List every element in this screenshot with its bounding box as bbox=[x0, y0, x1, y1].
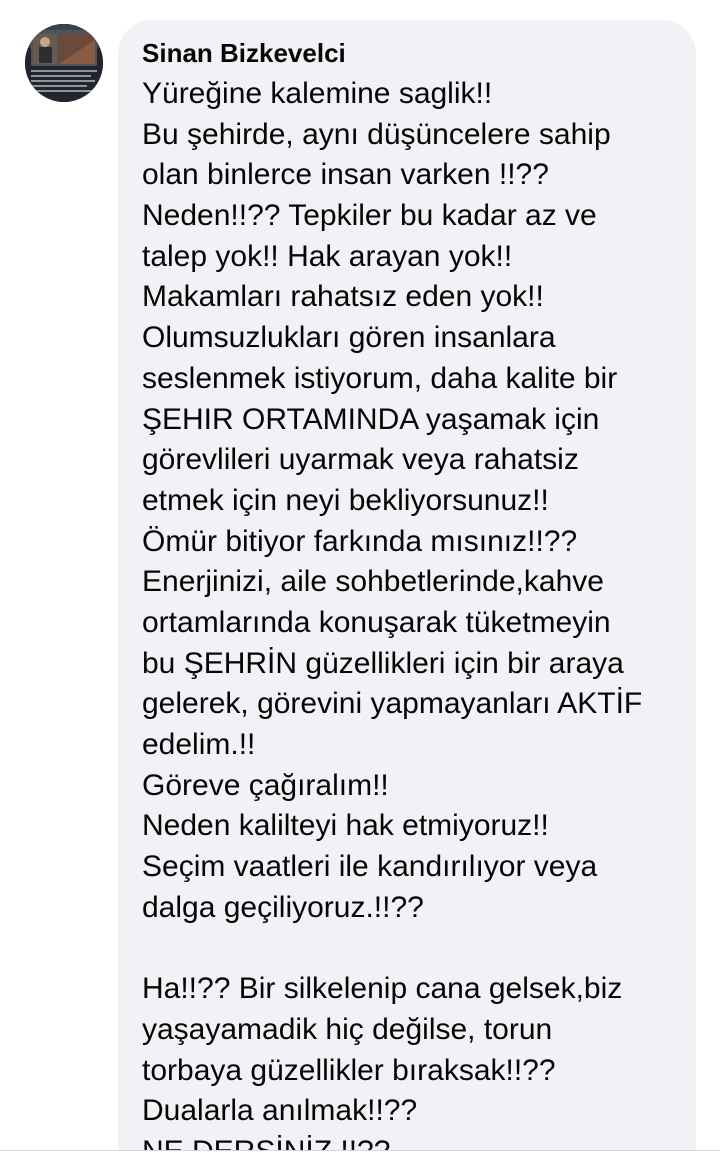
comment-line: edelim.!! bbox=[142, 728, 256, 761]
bottom-divider bbox=[0, 1150, 720, 1156]
comment-line: etmek için neyi bekliyorsunuz!! bbox=[142, 483, 549, 517]
comment-line: Makamları rahatsız eden yok!! bbox=[142, 280, 544, 314]
comment-line: Ha!!?? Bir silkelenip cana gelsek,biz bbox=[142, 972, 623, 1006]
comment-line: gelerek, görevini yapmayanları AKTİF bbox=[142, 687, 643, 721]
comment-line: olan binlerce insan varken !!?? bbox=[142, 158, 549, 192]
comment-screen: Sinan Bizkevelci Yüreğine kalemine sagli… bbox=[0, 0, 720, 1156]
comment-line: Seçim vaatleri ile kandırılıyor veya bbox=[142, 850, 598, 884]
comment-line: Göreve çağıralım!! bbox=[142, 768, 389, 802]
comment-line: Olumsuzlukları gören insanlara bbox=[142, 321, 556, 355]
avatar-image bbox=[25, 24, 103, 102]
comment-line: Ömür bitiyor farkında mısınız!!?? bbox=[142, 524, 578, 558]
comment-line: Neden!!?? Tepkiler bu kadar az ve bbox=[142, 199, 597, 233]
comment-line: Dualarla anılmak!!?? bbox=[142, 1094, 418, 1128]
comment-line: görevlileri uyarmak veya rahatsiz bbox=[142, 443, 579, 477]
avatar[interactable] bbox=[25, 24, 103, 102]
comment-body: Yüreğine kalemine saglik!! Bu şehirde, a… bbox=[142, 74, 694, 1156]
comment-line: ortamlarında konuşarak tüketmeyin bbox=[142, 605, 611, 639]
comment-line: torbaya güzellikler bıraksak!!?? bbox=[142, 1053, 556, 1087]
comment-author[interactable]: Sinan Bizkevelci bbox=[142, 36, 346, 70]
comment-line: Neden kalilteyi hak etmiyoruz!! bbox=[142, 809, 549, 843]
comment-line: talep yok!! Hak arayan yok!! bbox=[142, 239, 513, 273]
comment-line: ŞEHIR ORTAMINDA yaşamak için bbox=[142, 402, 600, 436]
comment-line: bu ŞEHRİN güzellikleri için bir araya bbox=[142, 646, 624, 680]
comment-line: Enerjinizi, aile sohbetlerinde,kahve bbox=[142, 565, 604, 599]
comment-bubble: Sinan Bizkevelci Yüreğine kalemine sagli… bbox=[118, 20, 696, 1156]
comment-line: yaşayamadik hiç değilse, torun bbox=[142, 1012, 553, 1046]
comment-line-blank bbox=[142, 928, 694, 969]
comment-line: dalga geçiliyoruz.!!?? bbox=[142, 890, 424, 924]
comment-line: Yüreğine kalemine saglik!! bbox=[142, 77, 493, 110]
comment-line: Bu şehirde, aynı düşüncelere sahip bbox=[142, 117, 611, 151]
comment-line: seslenmek istiyorum, daha kalite bir bbox=[142, 361, 618, 395]
